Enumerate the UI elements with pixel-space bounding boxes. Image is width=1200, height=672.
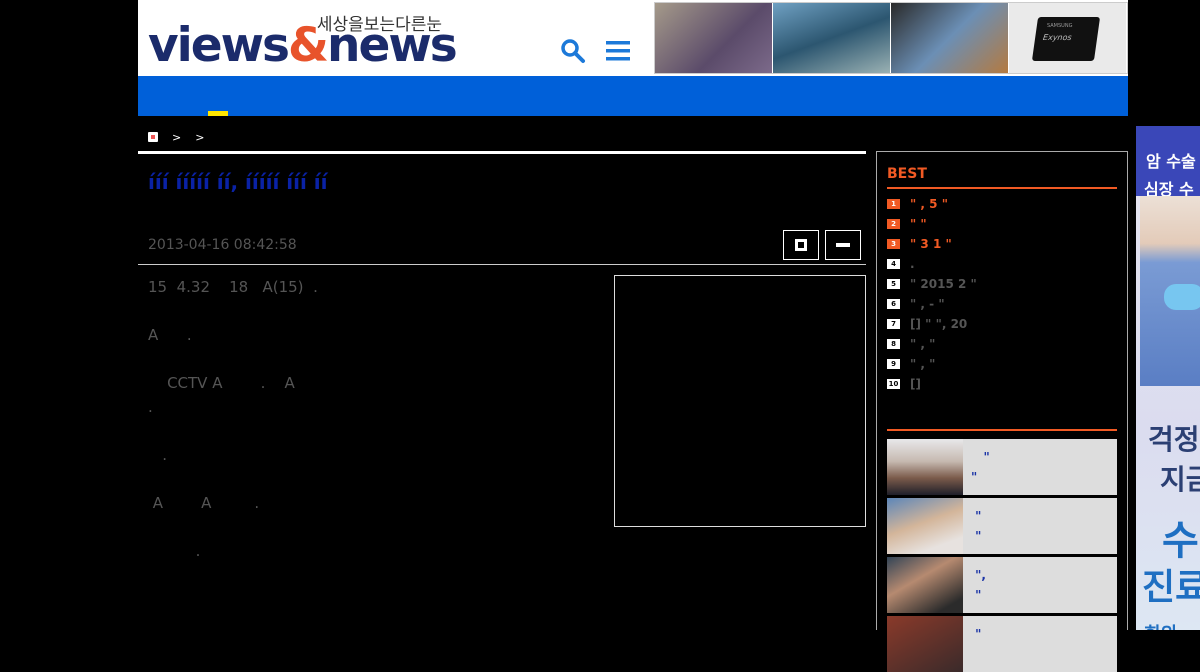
article-paragraph: A . <box>148 326 192 344</box>
best-item[interactable]: 9 " , " <box>887 356 935 372</box>
qr-code-button[interactable] <box>783 230 819 260</box>
news-headline: ", " <box>975 568 986 602</box>
article-divider <box>138 264 866 265</box>
article-paragraph: A A . <box>148 494 260 512</box>
rank-headline: " , - " <box>910 297 945 311</box>
rank-headline: " " <box>910 217 927 231</box>
best-item[interactable]: 3 " 3 1 " <box>887 236 952 252</box>
ad-text-5: 회의 <box>1144 620 1177 630</box>
rank-headline: " , " <box>910 337 936 351</box>
rank-number: 10 <box>887 379 900 389</box>
rank-number: 8 <box>887 339 900 349</box>
article-title: ííí ííííí íí, ííííí ííí íí <box>148 170 328 194</box>
logo-part-views: views <box>148 18 290 73</box>
banner-panel-tv <box>773 3 891 73</box>
main-nav-bar <box>138 76 1128 116</box>
best-item[interactable]: 2 " " <box>887 216 927 232</box>
ad-glove-image <box>1164 284 1200 310</box>
best-item[interactable]: 7 [] " ", 20 <box>887 316 967 332</box>
ad-text-1: 걱정 <box>1148 423 1200 456</box>
qr-code-icon <box>795 239 807 251</box>
search-icon[interactable] <box>560 38 586 64</box>
sidebar-news-card[interactable]: " " <box>887 498 1117 554</box>
rank-headline: " 2015 2 " <box>910 277 977 291</box>
banner-panel-fridge <box>891 3 1009 73</box>
news-thumbnail <box>887 557 963 613</box>
banner-panel-chip: SAMSUNG Exynos <box>1009 3 1127 73</box>
site-logo[interactable]: 세상을보는다른눈 views&news <box>148 8 458 70</box>
rank-headline: " , " <box>910 357 936 371</box>
best-item[interactable]: 1 " , 5 " <box>887 196 948 212</box>
best-item[interactable]: 4 . <box>887 256 915 272</box>
article-paragraph: . <box>148 398 153 416</box>
right-side-ad[interactable]: 암 수술 심장 수 걱정 지금 수 진료 회의 <box>1136 126 1200 630</box>
sidebar-best: BEST 1 " , 5 " 2 " " 3 " 3 1 " 4 . 5 " 2… <box>876 151 1128 672</box>
news-thumbnail <box>887 498 963 554</box>
banner-panel-phone <box>655 3 773 73</box>
rank-number: 9 <box>887 359 900 369</box>
news-thumbnail <box>887 616 963 672</box>
article-paragraph: CCTV A . A <box>148 374 295 392</box>
rank-headline: [] <box>910 377 921 391</box>
breadcrumb: > > <box>148 130 204 144</box>
best-item[interactable]: 5 " 2015 2 " <box>887 276 977 292</box>
news-headline: " " <box>971 450 990 484</box>
rank-number: 6 <box>887 299 900 309</box>
breadcrumb-separator: > <box>195 130 205 144</box>
ad-text-4: 진료 <box>1142 567 1200 608</box>
sidebar-divider <box>887 429 1117 431</box>
sidebar-news-card[interactable]: ", " <box>887 557 1117 613</box>
best-item[interactable]: 8 " , " <box>887 336 935 352</box>
news-headline: " <box>971 627 982 641</box>
best-title: BEST <box>887 166 927 182</box>
sidebar-news-card[interactable]: " " <box>887 439 1117 495</box>
best-divider <box>887 187 1117 189</box>
home-icon[interactable] <box>148 132 158 142</box>
article-top-rule <box>138 151 866 154</box>
logo-ampersand: & <box>288 18 329 73</box>
ad-headline-1: 암 수술 <box>1146 152 1196 171</box>
rank-headline: . <box>910 257 915 271</box>
sidebar-news-card[interactable]: " <box>887 616 1117 672</box>
rank-number: 4 <box>887 259 900 269</box>
article-date: 2013-04-16 08:42:58 <box>148 237 297 253</box>
rank-number: 2 <box>887 219 900 229</box>
rank-number: 3 <box>887 239 900 249</box>
article-paragraph: . <box>148 446 168 464</box>
rank-headline: " , 5 " <box>910 197 948 211</box>
breadcrumb-separator: > <box>172 130 182 144</box>
chip-brand-text: SAMSUNG <box>1047 23 1073 29</box>
best-item[interactable]: 6 " , - " <box>887 296 945 312</box>
article-paragraph: . <box>148 542 201 560</box>
chip-label-text: Exynos <box>1042 33 1073 42</box>
rank-headline: " 3 1 " <box>910 237 952 251</box>
rank-number: 5 <box>887 279 900 289</box>
article-photo <box>614 275 866 527</box>
minus-icon <box>836 243 850 247</box>
rank-number: 7 <box>887 319 900 329</box>
rank-headline: [] " ", 20 <box>910 317 968 331</box>
article-paragraph: 15 4.32 18 A(15) . <box>148 278 318 296</box>
best-item[interactable]: 10 [] <box>887 376 921 392</box>
logo-wordmark: views&news <box>148 22 458 69</box>
site-header: 세상을보는다른눈 views&news SAMSUNG Exynos <box>138 0 1128 76</box>
news-headline: " " <box>975 509 982 543</box>
logo-part-news: news <box>327 18 458 73</box>
rank-number: 1 <box>887 199 900 209</box>
nav-active-indicator <box>208 111 228 116</box>
hamburger-menu-icon[interactable] <box>605 38 631 64</box>
ad-text-2: 지금 <box>1160 463 1200 496</box>
header-banner-ad[interactable]: SAMSUNG Exynos <box>654 2 1128 74</box>
font-decrease-button[interactable] <box>825 230 861 260</box>
news-thumbnail <box>887 439 963 495</box>
